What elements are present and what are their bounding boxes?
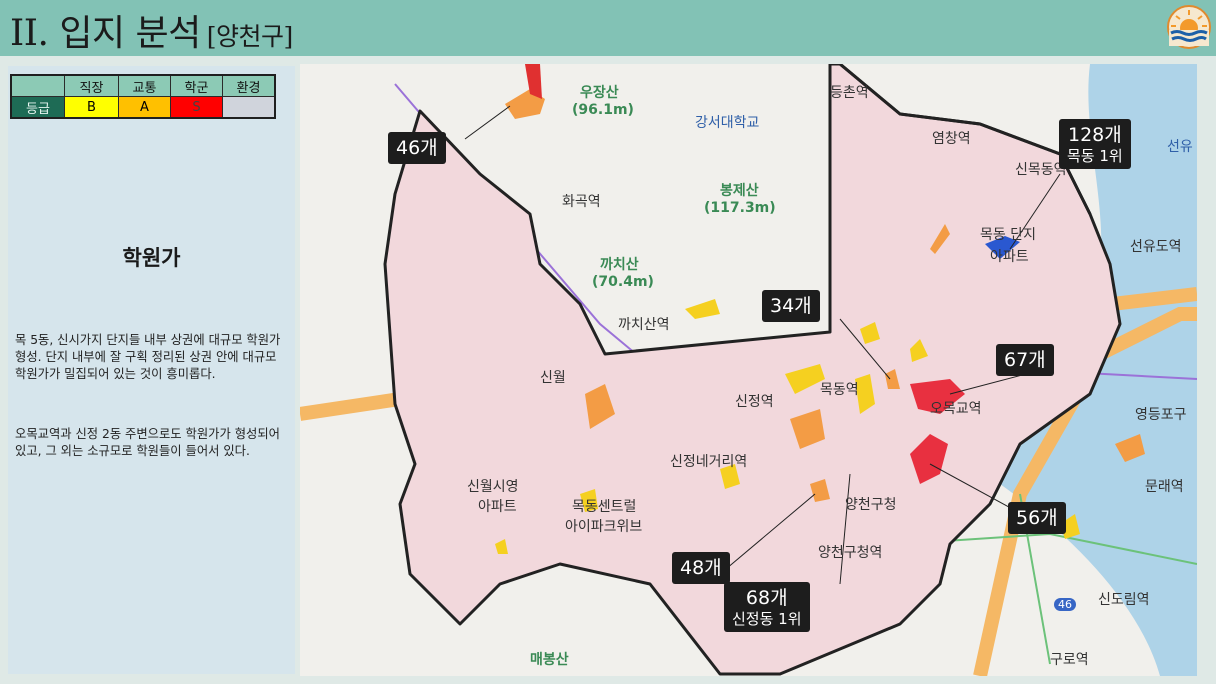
count-46: 46개 <box>396 137 438 159</box>
place-kkachisan-height: (70.4m) <box>592 274 654 290</box>
grade-school: S <box>170 96 223 119</box>
place-bongjesan: 봉제산 <box>720 183 759 199</box>
place-deungchon-station: 등촌역 <box>830 85 869 101</box>
district-map[interactable]: 우장산 (96.1m) 강서대학교 등촌역 염창역 화곡역 봉제산 (117.3… <box>300 64 1197 676</box>
column-school: 학군 <box>170 74 223 97</box>
place-bongjesan-height: (117.3m) <box>704 200 776 216</box>
count-label-67: 67개 <box>996 344 1054 376</box>
page-title: II. 입지 분석 [양천구] <box>10 4 293 56</box>
place-woojangsan-height: (96.1m) <box>572 102 634 118</box>
header-bar: II. 입지 분석 [양천구] <box>0 0 1216 56</box>
title-district: [양천구] <box>206 22 294 51</box>
count-label-46: 46개 <box>388 132 446 164</box>
place-seonyu: 선유 <box>1167 139 1193 155</box>
place-ipark-weave: 아이파크위브 <box>565 519 643 535</box>
place-omokgyo-station: 오목교역 <box>930 401 982 417</box>
place-kkachisan: 까치산 <box>600 257 639 273</box>
grade-table: 직장 교통 학군 환경 등급 B A S <box>10 74 276 119</box>
place-sinjeong-negeori-station: 신정네거리역 <box>670 454 748 470</box>
count-34: 34개 <box>770 295 812 317</box>
place-yangcheon-office-station: 양천구청역 <box>818 545 883 561</box>
place-yeongdeungpo: 영등포구 <box>1135 407 1187 423</box>
count-68-rank: 신정동 1위 <box>732 610 802 628</box>
place-sinwol: 신월 <box>540 370 566 386</box>
count-128-rank: 목동 1위 <box>1067 147 1123 165</box>
grade-table-header: 직장 교통 학군 환경 <box>10 74 276 97</box>
description-paragraph-1: 목 5동, 신시가지 단지들 내부 상권에 대규모 학원가 형성. 단지 내부에… <box>15 333 281 381</box>
place-woojangsan: 우장산 <box>580 85 619 101</box>
place-apartment-1: 아파트 <box>990 249 1029 265</box>
count-label-34: 34개 <box>762 290 820 322</box>
grade-row-label: 등급 <box>10 96 65 119</box>
column-transport: 교통 <box>118 74 171 97</box>
grade-table-corner <box>10 74 65 97</box>
place-hwagok-station: 화곡역 <box>562 194 601 210</box>
place-yangcheon-office: 양천구청 <box>845 497 897 513</box>
place-sinwol-siyoung: 신월시영 <box>467 479 519 495</box>
section-title: 학원가 <box>122 246 181 270</box>
place-gangseo-univ: 강서대학교 <box>695 115 760 131</box>
route-46-badge: 46 <box>1054 598 1076 611</box>
place-guro-station: 구로역 <box>1050 652 1089 668</box>
grade-environment <box>222 96 276 119</box>
count-128: 128개 <box>1067 124 1122 146</box>
place-seonyudo-station: 선유도역 <box>1130 239 1182 255</box>
count-label-48: 48개 <box>672 552 730 584</box>
count-67: 67개 <box>1004 349 1046 371</box>
count-56: 56개 <box>1016 507 1058 529</box>
left-panel: 직장 교통 학군 환경 등급 B A S 학원가 목 5동, 신시가지 단지들 … <box>8 66 295 674</box>
place-sindorim-station: 신도림역 <box>1098 592 1150 608</box>
place-maebongsan: 매봉산 <box>530 652 569 668</box>
place-sinjeong-station: 신정역 <box>735 394 774 410</box>
place-apartment-2: 아파트 <box>478 499 517 515</box>
count-label-68: 68개 신정동 1위 <box>724 582 810 632</box>
place-mokdong-central: 목동센트럴 <box>572 499 637 515</box>
sunrise-logo-icon <box>1167 5 1211 49</box>
grade-row: 등급 B A S <box>10 96 276 119</box>
place-mokdong-complex: 목동 단지 <box>980 227 1036 243</box>
column-environment: 환경 <box>222 74 276 97</box>
count-48: 48개 <box>680 557 722 579</box>
count-label-56: 56개 <box>1008 502 1066 534</box>
count-label-128: 128개 목동 1위 <box>1059 119 1131 169</box>
place-yeomchang-station: 염창역 <box>932 131 971 147</box>
title-main: II. 입지 분석 <box>10 13 201 54</box>
column-workplace: 직장 <box>64 74 119 97</box>
place-mullae-station: 문래역 <box>1145 479 1184 495</box>
grade-transport: A <box>118 96 171 119</box>
place-mokdong-station: 목동역 <box>820 382 859 398</box>
count-68: 68개 <box>745 587 788 609</box>
place-kkachisan-station: 까치산역 <box>618 317 670 333</box>
description-paragraph-2: 오목교역과 신정 2동 주변으로도 학원가가 형성되어 있고, 그 외는 소규모… <box>15 427 280 458</box>
grade-workplace: B <box>64 96 119 119</box>
